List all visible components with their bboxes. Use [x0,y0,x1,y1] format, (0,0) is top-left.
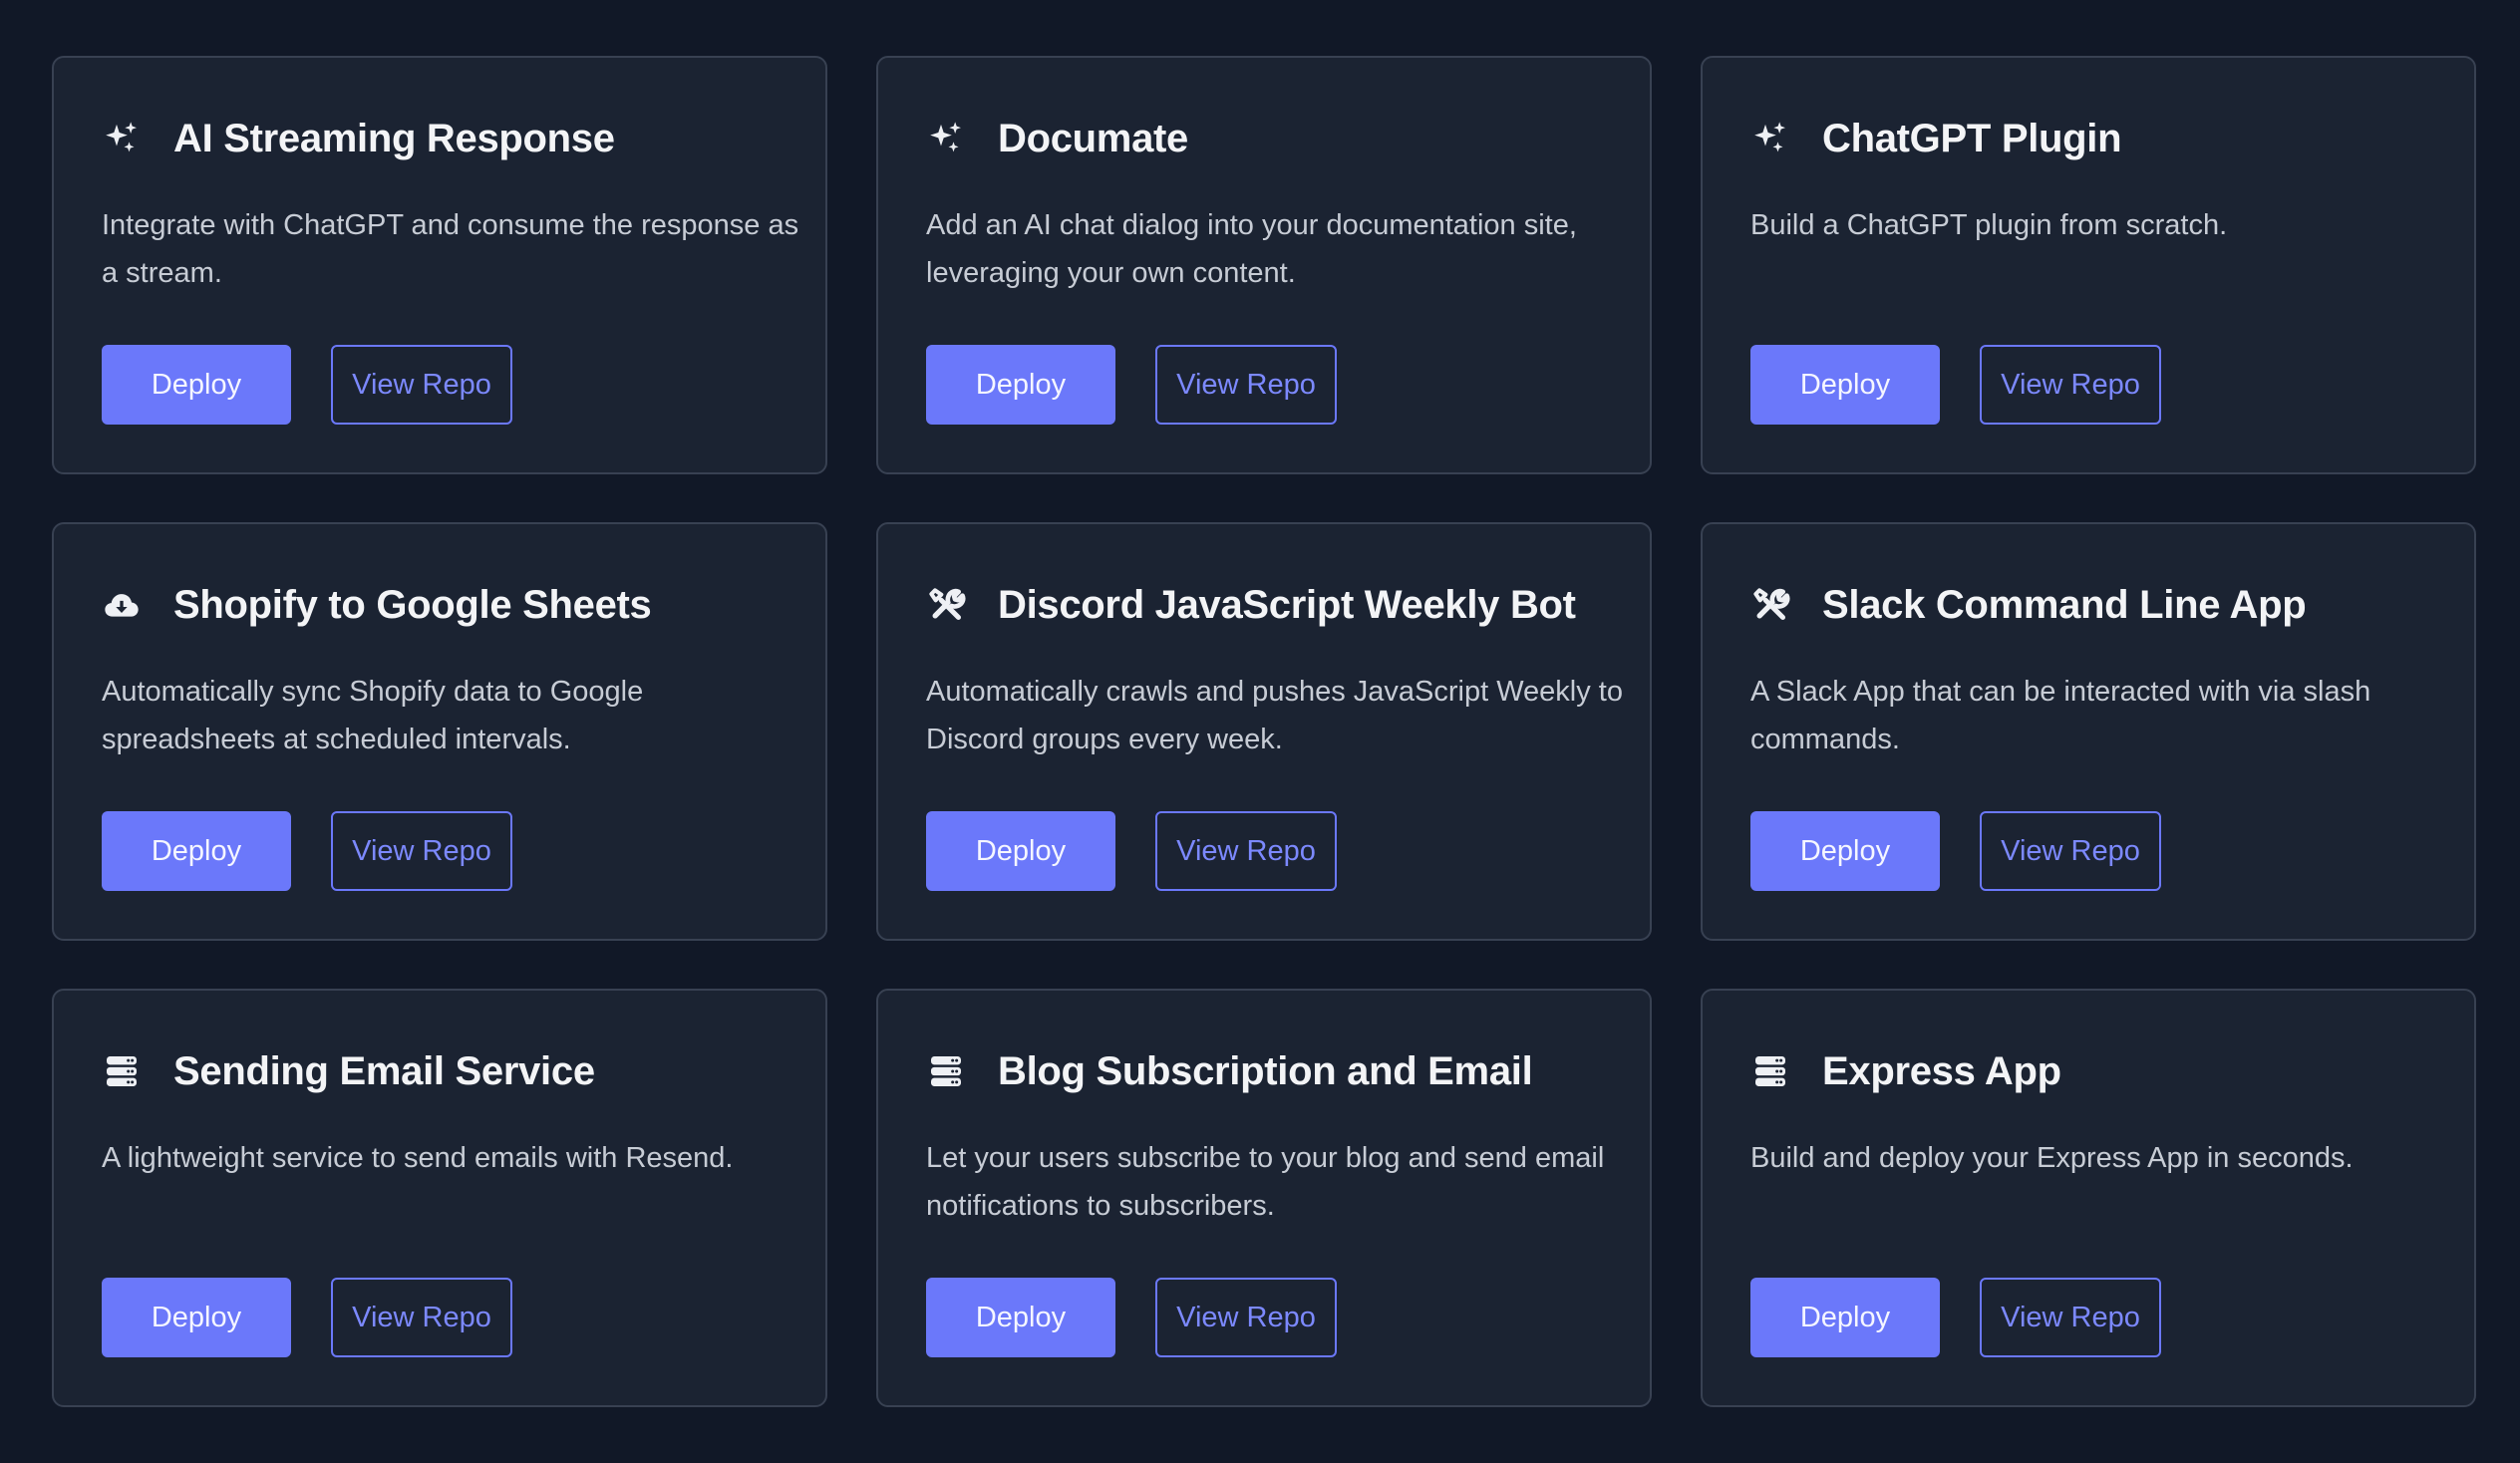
card-header: Sending Email Service [102,1046,595,1096]
card-description: A Slack App that can be interacted with … [1750,676,2371,755]
deploy-button[interactable]: Deploy [1750,1278,1940,1357]
card-title: Sending Email Service [173,1048,595,1093]
card-description: Build and deploy your Express App in sec… [1750,1142,2354,1174]
template-card: AI Streaming Response Integrate with Cha… [52,56,827,474]
template-grid: AI Streaming Response Integrate with Cha… [52,56,2476,1407]
sparkles-icon [1750,119,1790,158]
card-actions: Deploy View Repo [102,345,512,425]
card-header: AI Streaming Response [102,114,615,163]
card-title: Shopify to Google Sheets [173,582,652,627]
deploy-button[interactable]: Deploy [926,345,1115,425]
template-card: ChatGPT Plugin Build a ChatGPT plugin fr… [1701,56,2476,474]
template-card: Shopify to Google Sheets Automatically s… [52,522,827,941]
template-card: Discord JavaScript Weekly Bot Automatica… [876,522,1652,941]
card-header: Documate [926,114,1188,163]
view-repo-button[interactable]: View Repo [1155,1278,1337,1357]
card-description: Automatically sync Shopify data to Googl… [102,676,644,755]
card-title: Express App [1822,1048,2061,1093]
card-actions: Deploy View Repo [1750,811,2161,891]
card-description: Automatically crawls and pushes JavaScri… [926,676,1623,755]
card-title: ChatGPT Plugin [1822,116,2122,160]
view-repo-button[interactable]: View Repo [1155,345,1337,425]
card-description: Add an AI chat dialog into your document… [926,209,1577,289]
card-title: Slack Command Line App [1822,582,2307,627]
card-actions: Deploy View Repo [926,1278,1337,1357]
template-card: Slack Command Line App A Slack App that … [1701,522,2476,941]
wrench-screwdriver-icon [926,585,966,625]
card-title: Blog Subscription and Email [998,1048,1533,1093]
card-description: Let your users subscribe to your blog an… [926,1142,1605,1222]
deploy-button[interactable]: Deploy [1750,811,1940,891]
card-header: Discord JavaScript Weekly Bot [926,580,1576,630]
view-repo-button[interactable]: View Repo [1155,811,1337,891]
sparkles-icon [102,119,142,158]
card-header: Express App [1750,1046,2061,1096]
view-repo-button[interactable]: View Repo [331,1278,512,1357]
deploy-button[interactable]: Deploy [102,811,291,891]
card-header: ChatGPT Plugin [1750,114,2122,163]
wrench-screwdriver-icon [1750,585,1790,625]
card-actions: Deploy View Repo [926,345,1337,425]
server-stack-icon [926,1051,966,1091]
view-repo-button[interactable]: View Repo [1980,345,2161,425]
view-repo-button[interactable]: View Repo [331,345,512,425]
deploy-button[interactable]: Deploy [1750,345,1940,425]
deploy-button[interactable]: Deploy [926,1278,1115,1357]
card-actions: Deploy View Repo [926,811,1337,891]
card-header: Shopify to Google Sheets [102,580,652,630]
deploy-button[interactable]: Deploy [102,345,291,425]
view-repo-button[interactable]: View Repo [1980,1278,2161,1357]
card-title: Documate [998,116,1188,160]
card-title: Discord JavaScript Weekly Bot [998,582,1576,627]
card-description: A lightweight service to send emails wit… [102,1142,734,1174]
sparkles-icon [926,119,966,158]
server-stack-icon [1750,1051,1790,1091]
card-actions: Deploy View Repo [1750,1278,2161,1357]
template-card: Sending Email Service A lightweight serv… [52,989,827,1407]
cloud-download-icon [102,585,142,625]
deploy-button[interactable]: Deploy [926,811,1115,891]
card-actions: Deploy View Repo [102,811,512,891]
card-actions: Deploy View Repo [1750,345,2161,425]
card-header: Slack Command Line App [1750,580,2307,630]
card-description: Integrate with ChatGPT and consume the r… [102,209,799,289]
server-stack-icon [102,1051,142,1091]
card-header: Blog Subscription and Email [926,1046,1533,1096]
view-repo-button[interactable]: View Repo [331,811,512,891]
template-card: Documate Add an AI chat dialog into your… [876,56,1652,474]
deploy-button[interactable]: Deploy [102,1278,291,1357]
template-card: Express App Build and deploy your Expres… [1701,989,2476,1407]
view-repo-button[interactable]: View Repo [1980,811,2161,891]
card-description: Build a ChatGPT plugin from scratch. [1750,209,2228,241]
template-card: Blog Subscription and Email Let your use… [876,989,1652,1407]
card-title: AI Streaming Response [173,116,615,160]
card-actions: Deploy View Repo [102,1278,512,1357]
